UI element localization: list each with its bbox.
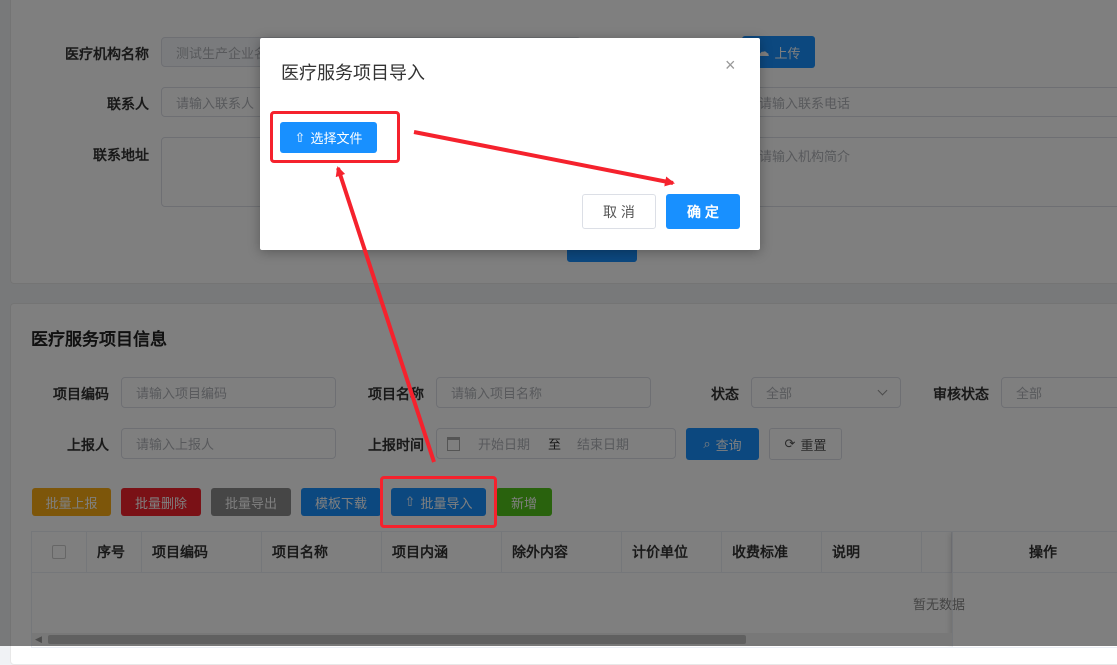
confirm-button[interactable]: 确 定: [666, 194, 740, 229]
modal-title: 医疗服务项目导入: [281, 63, 425, 83]
cancel-button-label: 取 消: [603, 203, 635, 220]
highlight-box-batch-import: [380, 476, 497, 528]
close-icon[interactable]: ×: [725, 55, 736, 76]
cancel-button[interactable]: 取 消: [582, 194, 656, 229]
confirm-button-label: 确 定: [687, 203, 719, 220]
highlight-box-select-file: [270, 111, 400, 163]
